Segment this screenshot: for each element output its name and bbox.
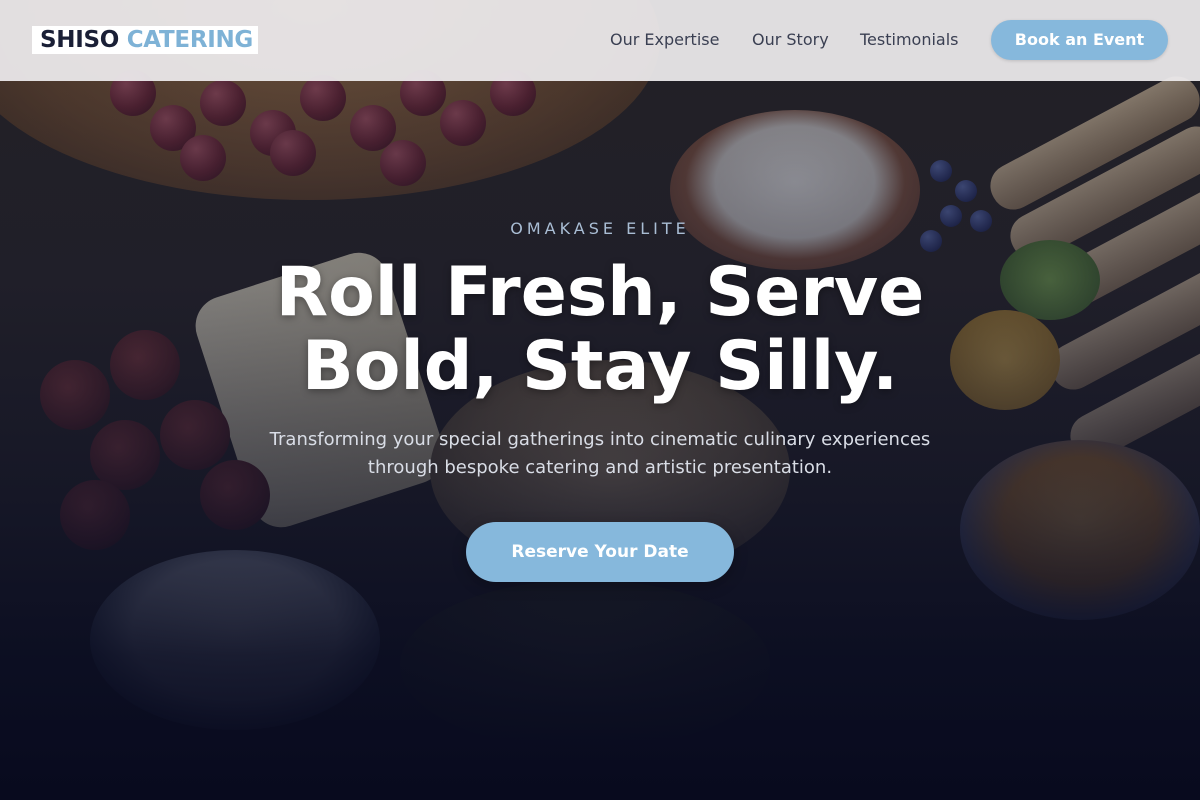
site-header: SHISO CATERING Our Expertise Our Story T…	[0, 0, 1200, 81]
brand-logo-word-shiso: SHISO	[40, 27, 119, 53]
hero-headline-line-2: Bold, Stay Silly.	[301, 327, 899, 406]
nav-link-testimonials[interactable]: Testimonials	[860, 30, 959, 50]
book-event-button[interactable]: Book an Event	[991, 20, 1168, 60]
hero-subtitle: Transforming your special gatherings int…	[269, 429, 931, 478]
nav-link-our-story[interactable]: Our Story	[752, 30, 829, 50]
hero-headline: Roll Fresh, Serve Bold, Stay Silly.	[200, 256, 1000, 404]
hero-eyebrow: OMAKASE ELITE	[510, 219, 690, 238]
brand-logo[interactable]: SHISO CATERING	[32, 26, 258, 54]
brand-logo-word-catering: CATERING	[126, 27, 254, 53]
reserve-date-button[interactable]: Reserve Your Date	[466, 522, 734, 582]
nav-link-our-expertise[interactable]: Our Expertise	[610, 30, 719, 50]
hero-headline-line-1: Roll Fresh, Serve	[275, 253, 925, 332]
